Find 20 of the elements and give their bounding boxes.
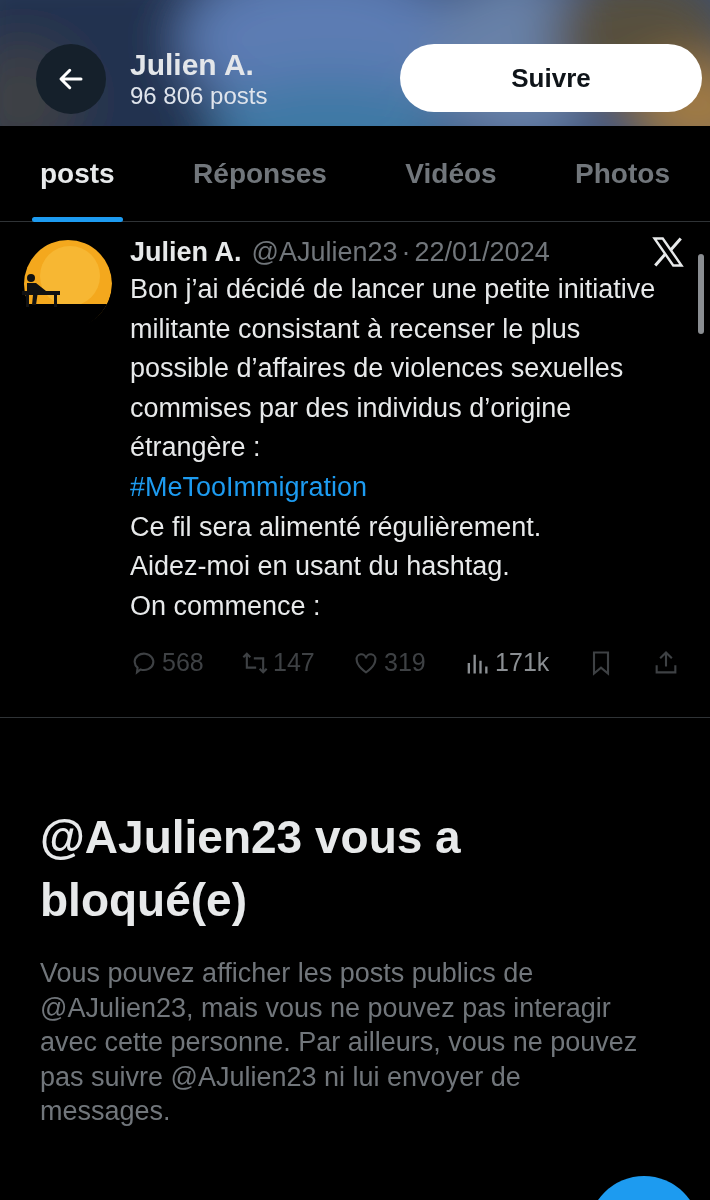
views-button[interactable]: 171k xyxy=(463,644,550,682)
separator: · xyxy=(401,236,411,269)
author-name: Julien A. xyxy=(130,236,242,269)
post-count: 96 806 posts xyxy=(130,82,268,110)
follow-button[interactable]: Suivre xyxy=(400,44,702,112)
post-text: Ce fil sera alimenté régulièrement. xyxy=(130,510,543,544)
profile-tab[interactable]: Photos xyxy=(567,126,678,222)
blocked-title: @AJulien23 vous a bloqué(e) xyxy=(40,810,462,928)
post-text: Aidez-moi en usant du hashtag. xyxy=(130,550,511,584)
profile-tab[interactable]: posts xyxy=(32,126,123,222)
profile-tab[interactable]: Réponses xyxy=(185,126,335,222)
profile-tab[interactable]: Vidéos xyxy=(397,126,505,222)
author-handle: @AJulien23 xyxy=(251,236,398,269)
profile-name: Julien A. xyxy=(130,48,254,82)
post-text: Bon j’ai décidé de lancer une petite initiative militante consistant à recenser le plus possible d’affaires de violences sexuelles commises par des individus d’origine étrangère : xyxy=(130,273,657,465)
hashtag-link[interactable]: #MeTooImmigration xyxy=(130,467,368,508)
post-date: 22/01/2024 xyxy=(414,236,550,269)
logo-icon xyxy=(650,234,686,270)
post-text: On commence : xyxy=(130,589,322,623)
blocked-message: Vous pouvez afficher les posts publics de @AJulien23, mais vous ne pouvez pas interagir avec cette personne. Par ailleurs, vous ne pouvez pas suivre @AJulien23 ni lui envoyer de messages. xyxy=(40,957,639,1128)
